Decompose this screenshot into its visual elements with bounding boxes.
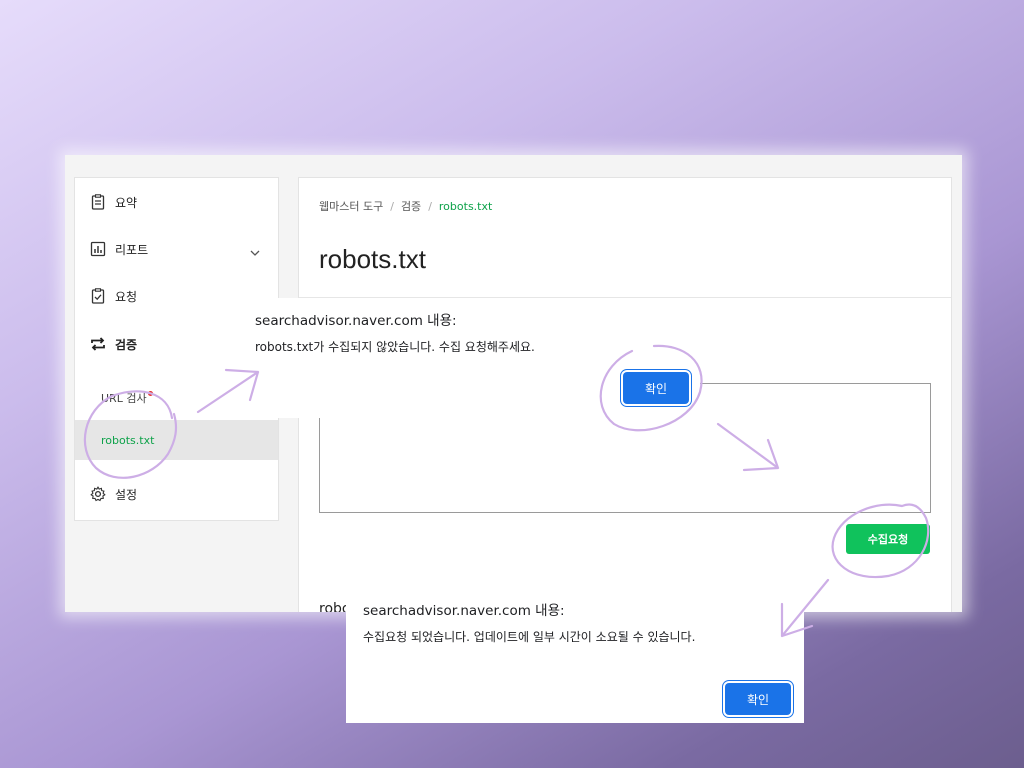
page-title: robots.txt [319,244,426,274]
sidebar-subitem-label: URL 검사 [101,392,147,405]
alert-dialog-request-complete: searchadvisor.naver.com 내용: 수집요청 되었습니다. … [346,588,804,723]
sidebar-subitem-robots-txt[interactable]: robots.txt [75,420,278,460]
breadcrumb-item[interactable]: 웹마스터 도구 [319,200,383,213]
notification-dot [148,391,153,396]
sidebar-item-settings[interactable]: 설정 [75,474,278,514]
chevron-down-icon[interactable] [250,243,260,256]
dialog-title: searchadvisor.naver.com 내용: [255,313,457,329]
sidebar-item-label: 요약 [115,195,138,210]
dialog-message: robots.txt가 수집되지 않았습니다. 수집 요청해주세요. [255,340,535,354]
dialog-message: 수집요청 되었습니다. 업데이트에 일부 시간이 소요될 수 있습니다. [363,630,696,644]
breadcrumb-current: robots.txt [438,200,493,213]
sidebar-item-label: 요청 [115,289,138,304]
repeat-arrows-icon [90,336,106,352]
dialog-ok-button[interactable]: 확인 [725,683,791,715]
sidebar-subitem-label: robots.txt [101,433,155,447]
gear-icon [90,486,106,502]
collect-request-button[interactable]: 수집요청 [846,524,930,554]
sidebar-item-summary[interactable]: 요약 [75,182,278,222]
breadcrumb-item[interactable]: 검증 [401,200,421,213]
breadcrumb-separator: / [390,200,394,213]
sidebar-item-report[interactable]: 리포트 [75,229,278,269]
dialog-title: searchadvisor.naver.com 내용: [363,603,565,619]
sidebar-item-label: 리포트 [115,242,149,257]
sidebar-item-label: 설정 [115,487,138,502]
breadcrumb-separator: / [428,200,432,213]
bar-chart-icon [90,241,106,257]
clipboard-check-icon [90,288,106,304]
dialog-ok-button[interactable]: 확인 [623,372,689,404]
breadcrumb: 웹마스터 도구 / 검증 / robots.txt [319,198,492,214]
alert-dialog-not-collected: searchadvisor.naver.com 내용: robots.txt가 … [238,298,700,418]
sidebar-item-label: 검증 [115,337,138,352]
clipboard-icon [90,194,106,210]
